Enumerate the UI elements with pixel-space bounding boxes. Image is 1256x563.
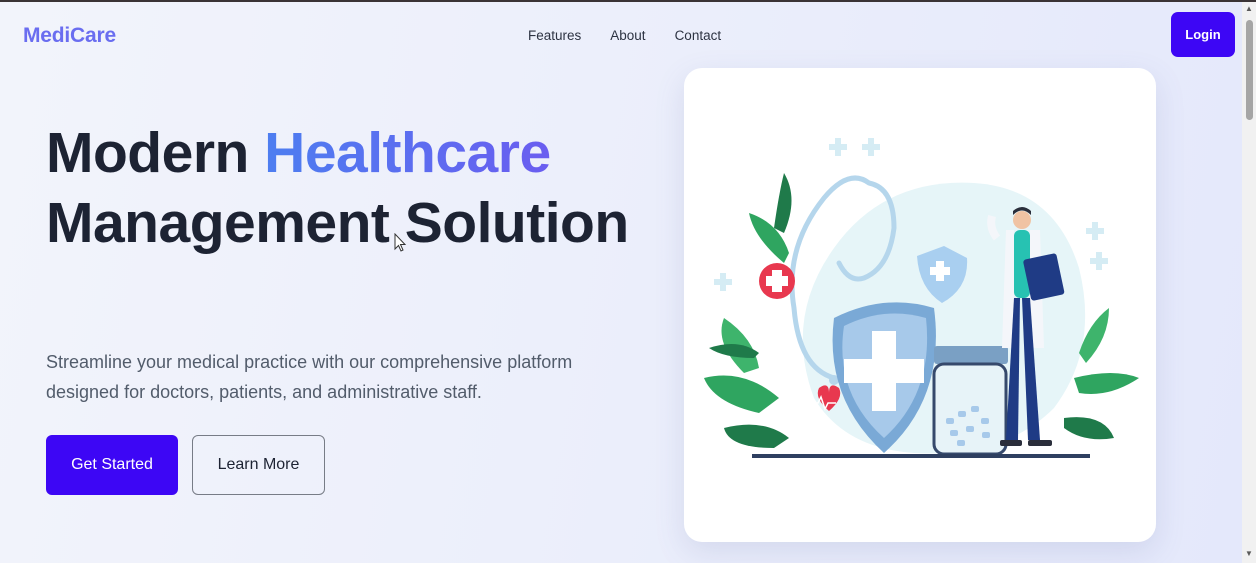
learn-more-button[interactable]: Learn More bbox=[192, 435, 325, 495]
pill-jar-icon bbox=[932, 346, 1008, 456]
hero-title: Modern Healthcare Management Solution bbox=[46, 118, 646, 258]
doctor-healthcare-illustration bbox=[704, 138, 1139, 458]
scrollbar[interactable]: ▲ ▼ bbox=[1242, 2, 1256, 563]
left-leaves-icon bbox=[704, 173, 792, 448]
scroll-thumb[interactable] bbox=[1246, 20, 1253, 120]
nav-link-features[interactable]: Features bbox=[528, 28, 581, 43]
login-button[interactable]: Login bbox=[1171, 12, 1235, 57]
mouse-cursor-icon bbox=[394, 233, 407, 252]
hero-title-part2: Management Solution bbox=[46, 191, 629, 255]
ground-line bbox=[752, 454, 1090, 458]
scroll-down-arrow-icon[interactable]: ▼ bbox=[1245, 550, 1253, 558]
navbar: MediCare Features About Contact Login bbox=[0, 2, 1242, 70]
hero-title-accent: Healthcare bbox=[264, 121, 551, 185]
nav-links: Features About Contact bbox=[528, 28, 721, 43]
logo[interactable]: MediCare bbox=[23, 24, 116, 48]
scroll-up-arrow-icon[interactable]: ▲ bbox=[1245, 5, 1253, 13]
hero-illustration-card bbox=[684, 68, 1156, 542]
hero-description: Streamline your medical practice with ou… bbox=[46, 352, 573, 402]
hero-title-part1: Modern bbox=[46, 121, 265, 185]
nav-link-about[interactable]: About bbox=[610, 28, 645, 43]
get-started-button[interactable]: Get Started bbox=[46, 435, 178, 495]
nav-link-contact[interactable]: Contact bbox=[675, 28, 722, 43]
